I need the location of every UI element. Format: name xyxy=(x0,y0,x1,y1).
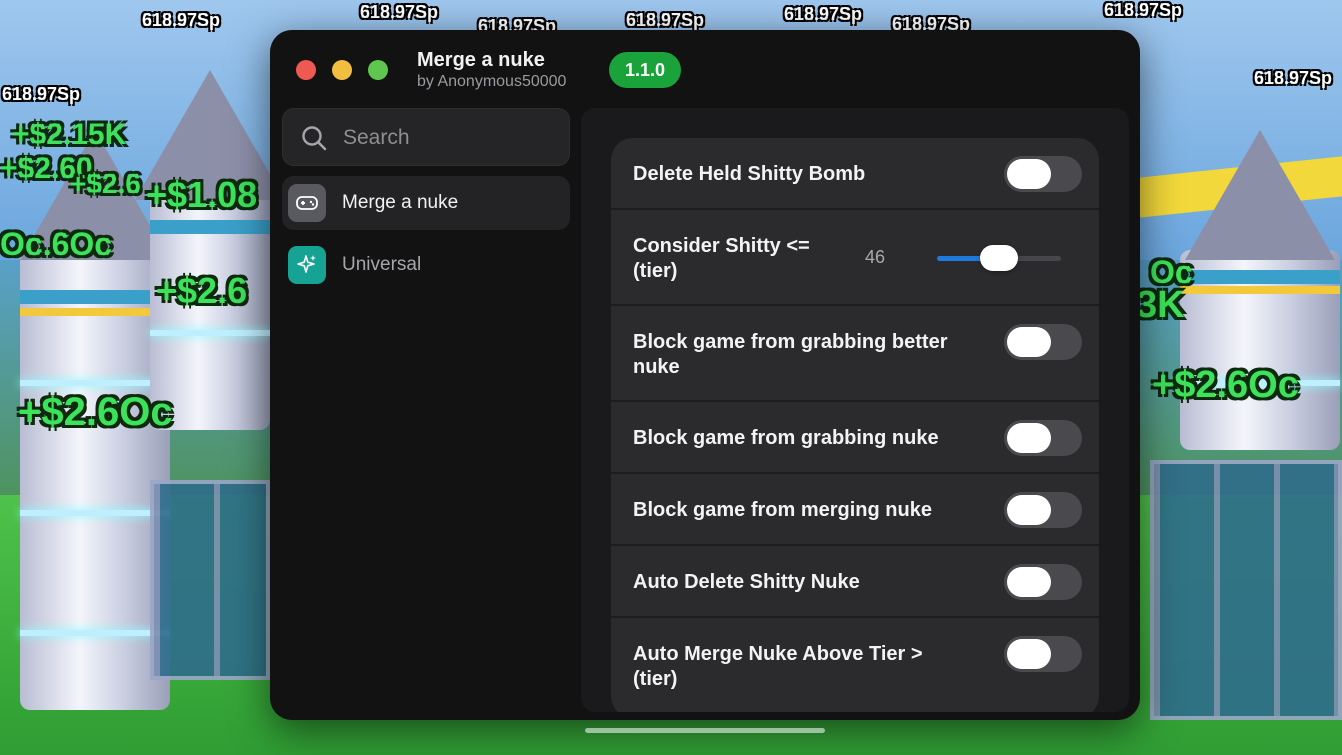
setting-auto-delete-shitty-nuke: Auto Delete Shitty Nuke xyxy=(611,546,1099,618)
money-popup: +$1.08 xyxy=(146,174,258,215)
search-box[interactable] xyxy=(282,108,570,167)
fence-left xyxy=(150,480,270,680)
slider-thumb[interactable] xyxy=(980,245,1018,271)
sidebar-item-merge-a-nuke[interactable]: Merge a nuke xyxy=(282,176,570,230)
auto-merge-nuke-above-tier-toggle[interactable] xyxy=(1004,636,1082,672)
setting-label: Block game from merging nuke xyxy=(633,499,932,521)
setting-block-grabbing-better-nuke: Block game from grabbing better nuke xyxy=(611,306,1099,402)
sidebar-item-label: Universal xyxy=(342,254,422,275)
delete-held-shitty-bomb-toggle[interactable] xyxy=(1004,156,1082,192)
consider-shitty-slider[interactable] xyxy=(937,245,1061,271)
money-popup: Oc.6Oc xyxy=(0,226,113,262)
sparkles-icon xyxy=(288,246,326,284)
setting-block-merging-nuke: Block game from merging nuke xyxy=(611,474,1099,546)
setting-label-line2: nuke xyxy=(633,356,680,378)
zoom-button[interactable] xyxy=(368,60,388,80)
sp-label: 618.97Sp xyxy=(360,2,439,22)
search-icon xyxy=(302,126,327,151)
money-popup: +$2.6Oc xyxy=(1152,364,1299,406)
setting-consider-shitty: Consider Shitty <= (tier) 46 xyxy=(611,210,1099,306)
block-grabbing-better-nuke-toggle[interactable] xyxy=(1004,324,1082,360)
setting-label: Delete Held Shitty Bomb xyxy=(633,163,866,185)
sp-label: 618.97Sp xyxy=(2,84,81,104)
block-grabbing-nuke-toggle[interactable] xyxy=(1004,420,1082,456)
slider-value: 46 xyxy=(865,247,886,267)
money-popup: +$2.6 xyxy=(70,168,141,199)
money-popup: +$2.15K xyxy=(12,118,127,151)
rocket-left xyxy=(20,250,170,710)
setting-label: Block game from grabbing nuke xyxy=(633,427,939,449)
money-popup: +$2.6 xyxy=(156,270,248,311)
close-button[interactable] xyxy=(296,60,316,80)
minimize-button[interactable] xyxy=(332,60,352,80)
setting-label-line1: Block game from grabbing better xyxy=(633,331,948,353)
block-merging-nuke-toggle[interactable] xyxy=(1004,492,1082,528)
setting-auto-merge-nuke-above-tier: Auto Merge Nuke Above Tier > (tier) xyxy=(611,618,1099,712)
setting-label: Auto Delete Shitty Nuke xyxy=(633,571,860,593)
setting-label-line2: (tier) xyxy=(633,260,678,282)
fence-right xyxy=(1150,460,1342,720)
money-popup: +$2.6Oc xyxy=(18,390,173,434)
money-popup: 3K xyxy=(1136,284,1185,326)
setting-block-grabbing-nuke: Block game from grabbing nuke xyxy=(611,402,1099,474)
sidebar: Merge a nuke Universal xyxy=(270,108,580,720)
setting-label-line1: Auto Merge Nuke Above Tier > xyxy=(633,643,923,665)
settings-panel: Delete Held Shitty Bomb Consider Shitty … xyxy=(581,108,1129,712)
sp-label: 618.97Sp xyxy=(142,10,221,30)
version-badge: 1.1.0 xyxy=(609,52,682,88)
sidebar-item-label: Merge a nuke xyxy=(342,192,459,213)
setting-label-line1: Consider Shitty <= xyxy=(633,235,810,257)
search-input[interactable] xyxy=(343,109,563,167)
sp-label: 618.97Sp xyxy=(784,4,863,24)
home-indicator xyxy=(585,728,825,733)
setting-delete-held-shitty-bomb: Delete Held Shitty Bomb xyxy=(611,138,1099,210)
sidebar-item-universal[interactable]: Universal xyxy=(282,238,570,292)
window-subtitle: by Anonymous50000 xyxy=(417,73,567,90)
auto-delete-shitty-nuke-toggle[interactable] xyxy=(1004,564,1082,600)
settings-card: Delete Held Shitty Bomb Consider Shitty … xyxy=(611,138,1099,712)
setting-label-line2: (tier) xyxy=(633,668,678,690)
sp-label: 618.97Sp xyxy=(626,10,705,30)
sp-label: 618.97Sp xyxy=(1254,68,1333,88)
sp-label: 618.97Sp xyxy=(1104,0,1183,20)
rocket-right xyxy=(1180,250,1340,450)
title-bar[interactable]: Merge a nuke by Anonymous50000 1.1.0 xyxy=(270,30,1140,108)
window-title: Merge a nuke xyxy=(417,49,545,71)
gamepad-icon xyxy=(288,184,326,222)
script-window: Merge a nuke by Anonymous50000 1.1.0 Mer… xyxy=(270,30,1140,720)
